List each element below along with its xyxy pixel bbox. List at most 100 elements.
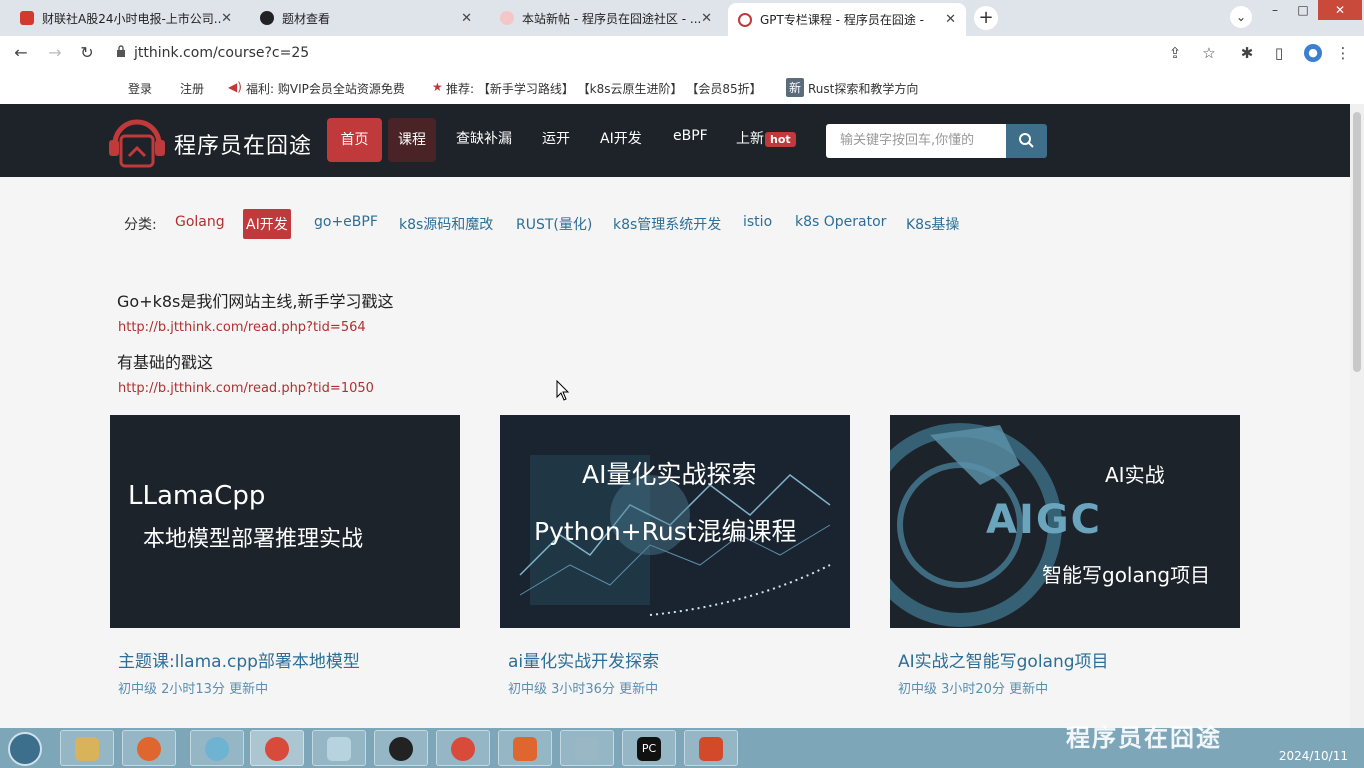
taskbar-firefox[interactable] — [122, 730, 176, 766]
intro-link-1[interactable]: http://b.jtthink.com/read.php?tid=564 — [118, 320, 366, 335]
nav-gap-fill[interactable]: 查缺补漏 — [456, 128, 512, 148]
tab-title: GPT专栏课程 - 程序员在囧途 - — [760, 13, 924, 27]
taskbar-app5[interactable] — [312, 730, 366, 766]
course-thumbnail-ai-quant[interactable]: AI量化实战探索 Python+Rust混编课程 — [500, 415, 850, 628]
rust-link[interactable]: Rust探索和教学方向 — [808, 80, 918, 97]
taskbar-app9[interactable] — [560, 730, 614, 766]
close-icon[interactable]: ✕ — [461, 11, 472, 26]
maximize-button[interactable]: □ — [1290, 0, 1316, 20]
site-name[interactable]: 程序员在囧途 — [174, 128, 312, 160]
topics-favicon-icon — [260, 11, 274, 25]
share-icon[interactable]: ⇪ — [1166, 44, 1184, 62]
taskbar-chat[interactable] — [190, 730, 244, 766]
thumb-subtitle: 智能写golang项目 — [1042, 563, 1211, 587]
taskbar-app8[interactable] — [498, 730, 552, 766]
speaker-icon: ◀) — [228, 80, 242, 94]
sidebar-icon[interactable]: ▯ — [1270, 44, 1288, 62]
new-badge: 新 — [786, 78, 805, 97]
tab-cls[interactable]: 财联社A股24小时电报-上市公司... ✕ — [10, 4, 242, 32]
taskbar-app7[interactable] — [436, 730, 490, 766]
intro-line-1: Go+k8s是我们网站主线,新手学习戳这 — [117, 292, 394, 311]
app-icon — [327, 737, 351, 761]
nav-ai-dev[interactable]: AI开发 — [600, 128, 642, 148]
system-clock[interactable]: 2024/10/11 — [1272, 732, 1348, 764]
taskbar-explorer[interactable] — [60, 730, 114, 766]
close-window-button[interactable]: ✕ — [1318, 0, 1362, 20]
forward-icon[interactable]: → — [44, 42, 66, 64]
qq-icon — [389, 737, 413, 761]
category-ai-dev[interactable]: AI开发 — [243, 209, 291, 239]
tab-gpt-course[interactable]: GPT专栏课程 - 程序员在囧途 - ✕ — [728, 3, 966, 36]
category-golang[interactable]: Golang — [175, 214, 225, 230]
app-icon — [513, 737, 537, 761]
minimize-button[interactable]: – — [1262, 0, 1288, 20]
nav-home[interactable]: 首页 — [327, 118, 382, 162]
course-title[interactable]: 主题课:llama.cpp部署本地模型 — [118, 647, 360, 672]
register-link[interactable]: 注册 — [180, 80, 204, 97]
star-icon[interactable]: ☆ — [1200, 44, 1218, 62]
tab-title: 本站新帖 - 程序员在囧途社区 - ... — [522, 11, 702, 26]
search-button[interactable] — [1006, 124, 1047, 158]
taskbar-pycharm[interactable]: PC — [622, 730, 676, 766]
course-thumbnail-llamacpp[interactable]: LLamaCpp 本地模型部署推理实战 — [110, 415, 460, 628]
lock-icon — [117, 45, 125, 57]
category-label: 分类: — [124, 217, 157, 233]
taskbar-qq[interactable] — [374, 730, 428, 766]
taskbar: PC 程序员在囧途 2024/10/11 — [0, 724, 1364, 768]
menu-icon[interactable]: ⋮ — [1334, 44, 1352, 62]
powerpoint-icon — [699, 737, 723, 761]
back-icon[interactable]: ← — [10, 42, 32, 64]
category-istio[interactable]: istio — [743, 214, 772, 230]
url-field[interactable]: jtthink.com/course?c=25 — [116, 41, 1156, 65]
start-button[interactable] — [8, 732, 42, 766]
category-k8s-operator[interactable]: k8s Operator — [795, 214, 886, 230]
thumb-subtitle: 本地模型部署推理实战 — [143, 527, 364, 552]
course-title[interactable]: ai量化实战开发探索 — [508, 647, 659, 672]
chat-icon — [205, 737, 229, 761]
nav-devops[interactable]: 运开 — [542, 128, 570, 148]
site-logo-icon[interactable] — [107, 116, 167, 168]
category-rust[interactable]: RUST(量化) — [516, 214, 592, 234]
recommend-links[interactable]: 推荐: 【新手学习路线】 【k8s云原生进阶】 【会员85折】 — [446, 80, 762, 97]
star-red-icon: ★ — [432, 80, 443, 94]
taskbar-powerpoint[interactable] — [684, 730, 738, 766]
nav-new[interactable]: 上新 hot — [736, 128, 796, 148]
intro-link-2[interactable]: http://b.jtthink.com/read.php?tid=1050 — [118, 381, 374, 396]
category-k8s-admin[interactable]: k8s管理系统开发 — [613, 214, 721, 234]
nav-courses[interactable]: 课程 — [388, 118, 436, 162]
category-go-ebpf[interactable]: go+eBPF — [314, 214, 378, 230]
close-icon[interactable]: ✕ — [221, 11, 232, 26]
tab-forum[interactable]: 本站新帖 - 程序员在囧途社区 - ... ✕ — [490, 4, 722, 32]
login-link[interactable]: 登录 — [128, 80, 152, 97]
category-k8s-basics[interactable]: K8s基操 — [906, 214, 959, 234]
address-bar: ← → ↻ jtthink.com/course?c=25 ⇪ ☆ ✱ ▯ ● … — [0, 36, 1364, 70]
close-icon[interactable]: ✕ — [945, 12, 956, 27]
mouse-cursor-icon — [556, 380, 570, 401]
forum-favicon-icon — [500, 11, 514, 25]
extensions-icon[interactable]: ✱ — [1238, 44, 1256, 62]
aigc-logo-text: AIGC — [986, 497, 1103, 543]
vip-link[interactable]: 福利: 购VIP会员全站资源免费 — [246, 80, 405, 97]
course-meta: 初中级 3小时20分 更新中 — [898, 682, 1049, 697]
category-k8s-source[interactable]: k8s源码和魔改 — [399, 214, 493, 234]
close-icon[interactable]: ✕ — [701, 11, 712, 26]
profile-icon[interactable]: ● — [1304, 44, 1322, 62]
new-tab-button[interactable]: + — [974, 6, 998, 30]
page-scrollbar[interactable] — [1350, 104, 1364, 728]
course-thumbnail-ai-golang[interactable]: AIGC AI实战 智能写golang项目 — [890, 415, 1240, 628]
site-favicon-icon — [738, 12, 752, 27]
folder-icon — [75, 737, 99, 761]
reload-icon[interactable]: ↻ — [76, 42, 98, 64]
tab-topics[interactable]: 题材查看 ✕ — [250, 4, 482, 32]
app-icon — [575, 737, 599, 761]
nav-ebpf[interactable]: eBPF — [673, 128, 708, 144]
tab-search-icon[interactable]: ⌄ — [1230, 6, 1252, 28]
chrome-icon — [265, 737, 289, 761]
thumb-title: LLamaCpp — [128, 481, 266, 511]
clock-date: 2024/10/11 — [1278, 749, 1348, 763]
cls-favicon-icon — [20, 11, 34, 25]
search-input[interactable]: 输关键字按回车,你懂的 — [826, 124, 1006, 158]
taskbar-chrome[interactable] — [250, 730, 304, 766]
course-title[interactable]: AI实战之智能写golang项目 — [898, 647, 1109, 672]
scrollbar-thumb[interactable] — [1353, 112, 1361, 372]
